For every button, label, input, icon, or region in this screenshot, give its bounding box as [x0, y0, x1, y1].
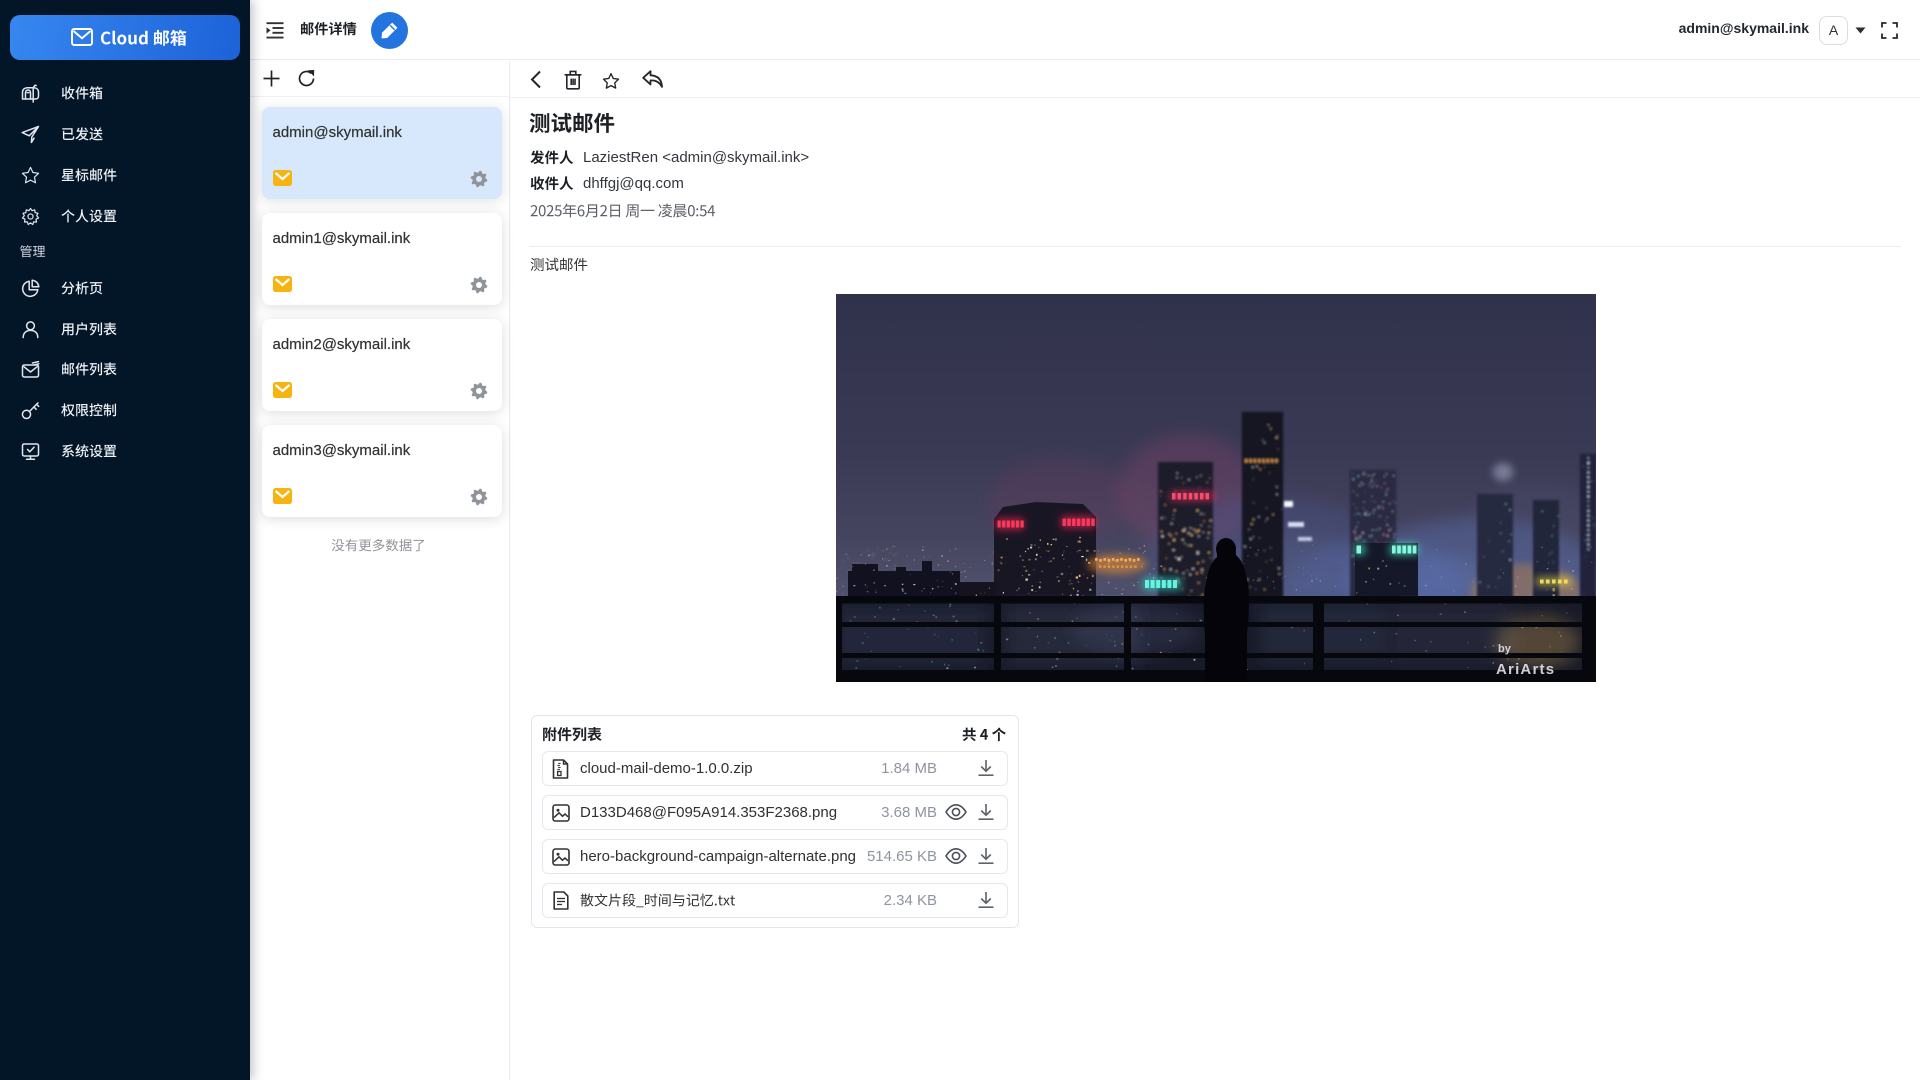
svg-text:by: by	[1498, 643, 1512, 655]
svg-text:AriArts: AriArts	[1496, 661, 1555, 678]
